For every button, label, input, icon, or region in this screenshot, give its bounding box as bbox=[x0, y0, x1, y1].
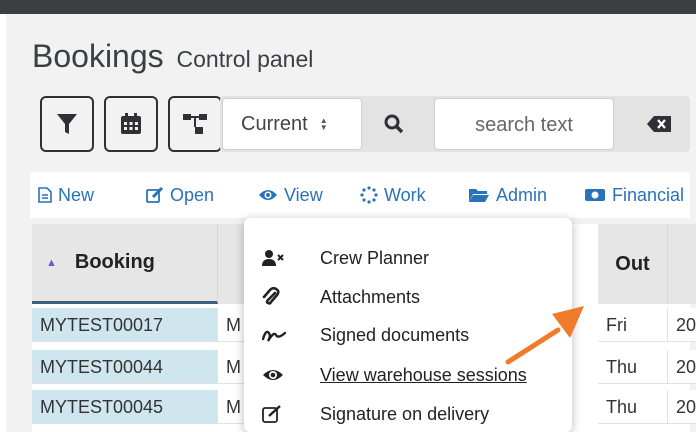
action-open-label: Open bbox=[170, 184, 215, 205]
filter-button[interactable] bbox=[40, 96, 94, 152]
action-admin[interactable]: Admin bbox=[468, 172, 547, 218]
signature-icon bbox=[262, 327, 296, 343]
column-header-out[interactable]: Out bbox=[598, 224, 668, 304]
page-title: Bookings Control panel bbox=[32, 38, 313, 75]
action-financial[interactable]: Financial bbox=[584, 172, 684, 218]
action-new-label: New bbox=[58, 184, 95, 205]
menu-item-label: Signed documents bbox=[320, 324, 470, 345]
file-icon bbox=[38, 187, 52, 203]
calendar-icon bbox=[121, 113, 141, 134]
magnifier-icon bbox=[384, 114, 404, 134]
folder-icon bbox=[469, 189, 489, 202]
action-new[interactable]: New bbox=[38, 172, 94, 218]
pen-square-icon bbox=[262, 405, 296, 423]
cell-booking[interactable]: MYTEST00044 bbox=[32, 350, 218, 384]
cell-out: Fri bbox=[598, 308, 668, 342]
search-input[interactable]: search text bbox=[434, 98, 614, 150]
column-header-last[interactable] bbox=[668, 224, 696, 304]
menu-item-label: Attachments bbox=[320, 286, 421, 307]
cell-booking[interactable]: MYTEST00017 bbox=[32, 308, 218, 342]
column-header-booking[interactable]: ▲︎ Booking bbox=[32, 224, 218, 304]
menu-item-label: Crew Planner bbox=[320, 247, 430, 268]
cell-booking[interactable]: MYTEST00045 bbox=[32, 390, 218, 424]
page-title-text: Bookings bbox=[32, 38, 164, 74]
period-select-value: Current bbox=[241, 112, 308, 135]
menu-item-label: View warehouse sessions bbox=[320, 364, 527, 385]
eye-icon bbox=[262, 368, 296, 382]
edit-icon bbox=[146, 187, 164, 203]
action-financial-label: Financial bbox=[612, 184, 685, 205]
clear-search-button[interactable] bbox=[628, 98, 690, 150]
sitemap-icon bbox=[183, 114, 207, 134]
backspace-icon bbox=[647, 116, 671, 132]
spinner-icon bbox=[360, 186, 378, 204]
user-x-icon bbox=[262, 249, 296, 267]
action-open[interactable]: Open bbox=[146, 172, 214, 218]
action-admin-label: Admin bbox=[496, 184, 548, 205]
column-header-out-label: Out bbox=[615, 252, 650, 275]
calendar-button[interactable] bbox=[104, 96, 158, 152]
eye-icon bbox=[259, 190, 277, 200]
window-top-bar bbox=[0, 0, 696, 14]
cell-last: 20 bbox=[668, 350, 696, 384]
sort-ascending-icon: ▲︎ bbox=[46, 256, 57, 269]
action-view-label: View bbox=[284, 184, 323, 205]
cell-last: 20 bbox=[668, 308, 696, 342]
hierarchy-button[interactable] bbox=[168, 96, 222, 152]
action-work-label: Work bbox=[384, 184, 426, 205]
page-subtitle: Control panel bbox=[176, 46, 314, 72]
search-button[interactable] bbox=[362, 98, 426, 150]
sort-caret-icon: ▲︎ ▼︎ bbox=[319, 116, 328, 132]
period-select[interactable]: Current ▲︎ ▼︎ bbox=[222, 98, 362, 150]
menu-item-label: Signature on delivery bbox=[320, 403, 490, 424]
action-bar: New Open View Work Admin Financial bbox=[30, 172, 690, 218]
cell-out: Thu bbox=[598, 390, 668, 424]
cell-out: Thu bbox=[598, 350, 668, 384]
cell-last: 20 bbox=[668, 390, 696, 424]
menu-item-signature-on-delivery[interactable]: Signature on delivery bbox=[244, 396, 572, 432]
pointer-arrow-icon bbox=[505, 306, 584, 365]
column-header-booking-label: Booking bbox=[74, 251, 155, 273]
funnel-icon bbox=[57, 114, 77, 134]
paperclip-icon bbox=[262, 287, 296, 307]
menu-item-crew-planner[interactable]: Crew Planner bbox=[244, 240, 572, 276]
action-view[interactable]: View bbox=[258, 172, 323, 218]
action-work[interactable]: Work bbox=[360, 172, 426, 218]
money-icon bbox=[585, 189, 605, 201]
